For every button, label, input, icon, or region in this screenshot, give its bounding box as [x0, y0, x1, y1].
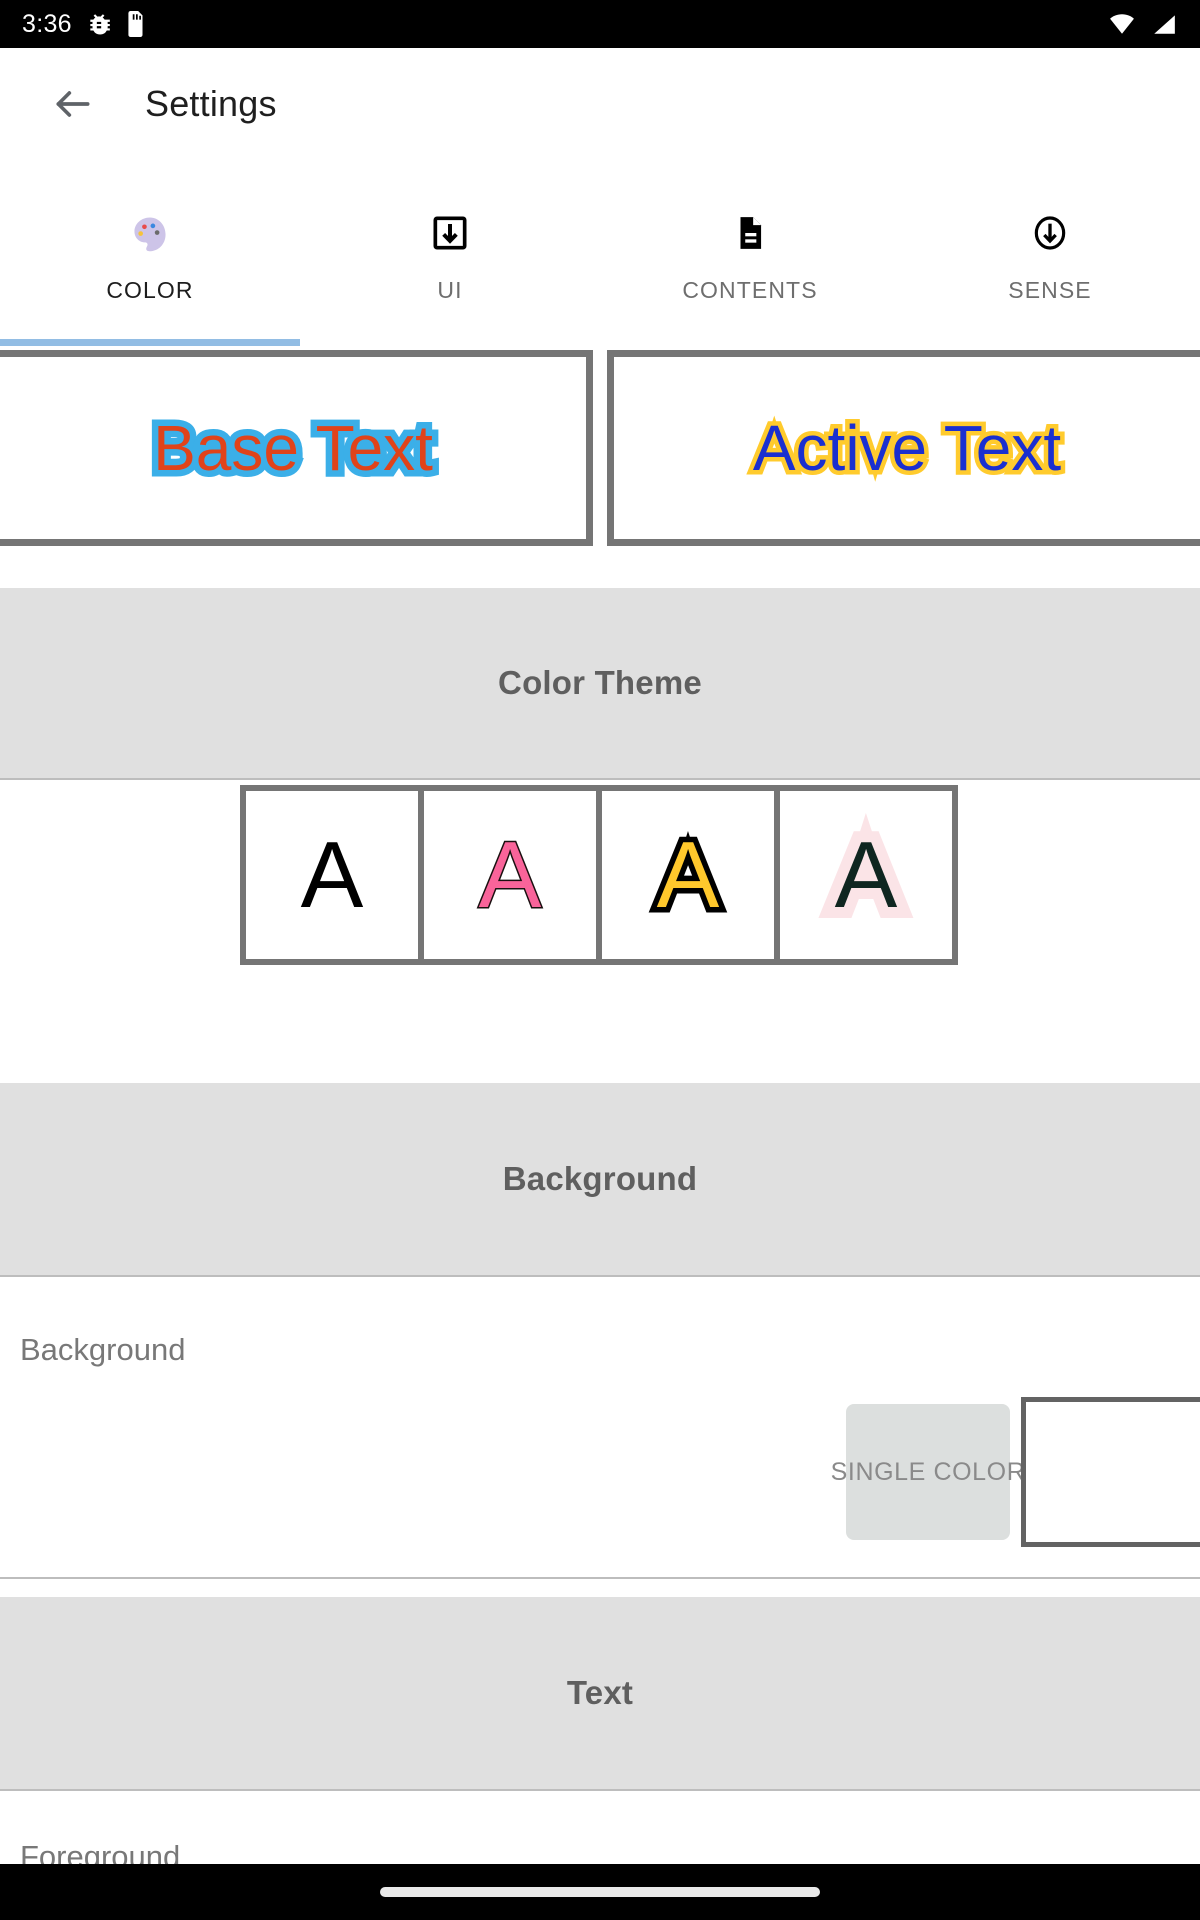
divider — [0, 778, 1200, 780]
tab-sense-label: SENSE — [1008, 276, 1092, 303]
background-preference-row[interactable]: Background SINGLE COLOR — [0, 1277, 1200, 1577]
base-text-preview[interactable]: Base Text — [0, 350, 593, 546]
background-mode-button[interactable]: SINGLE COLOR — [831, 1404, 1025, 1540]
background-row-title: Background — [20, 1332, 186, 1367]
bug-icon — [90, 14, 110, 35]
section-header-background-label: Background — [502, 1160, 698, 1197]
section-header-text: Text — [0, 1597, 1200, 1789]
active-text-preview-label: Active Text — [748, 408, 1065, 489]
status-bar-clock: 3:36 — [22, 9, 72, 38]
section-header-background: Background — [0, 1083, 1200, 1275]
sd-card-icon — [128, 11, 143, 37]
preview-row: Base Text Active Text — [0, 350, 1200, 546]
background-mode-button-label: SINGLE COLOR — [830, 1457, 1026, 1486]
swatch-letter: A — [300, 822, 364, 927]
base-text-preview-label: Base Text — [147, 406, 440, 491]
settings-screen: 3:36 Settings COLOR UI CONTENTS SENSE Ba… — [0, 0, 1200, 1920]
tab-active-indicator — [0, 339, 300, 346]
tab-contents[interactable]: CONTENTS — [600, 160, 900, 346]
divider — [0, 1577, 1200, 1579]
color-theme-swatch-4[interactable]: A — [780, 791, 952, 959]
tab-ui[interactable]: UI — [300, 160, 600, 346]
section-header-color-theme: Color Theme — [0, 588, 1200, 778]
section-header-color-theme-label: Color Theme — [498, 664, 702, 701]
back-button[interactable] — [43, 74, 103, 134]
cell-signal-icon — [1154, 15, 1175, 34]
wifi-icon — [1110, 14, 1134, 34]
swatch-letter: A — [477, 822, 543, 927]
color-theme-swatch-3[interactable]: A — [602, 791, 774, 959]
section-header-text-label: Text — [566, 1674, 634, 1711]
swatch-letter: A — [651, 822, 725, 927]
background-color-swatch[interactable] — [1021, 1397, 1200, 1547]
palette-icon — [130, 211, 170, 255]
tab-ui-label: UI — [437, 276, 463, 303]
active-text-preview[interactable]: Active Text — [607, 350, 1200, 546]
tab-bar: COLOR UI CONTENTS SENSE — [0, 160, 1200, 346]
swatch-letter: A — [824, 817, 909, 933]
tab-sense[interactable]: SENSE — [900, 160, 1200, 346]
tab-contents-label: CONTENTS — [682, 276, 818, 303]
back-arrow-icon — [56, 91, 90, 117]
download-box-icon — [430, 211, 470, 255]
tab-color[interactable]: COLOR — [0, 160, 300, 346]
document-icon — [731, 211, 769, 255]
status-bar-left-icons — [86, 11, 146, 37]
status-bar: 3:36 — [0, 0, 1200, 48]
circle-down-arrow-icon — [1030, 211, 1070, 255]
system-nav-bar — [0, 1864, 1200, 1920]
color-theme-swatch-1[interactable]: A — [246, 791, 418, 959]
color-theme-swatch-group: A A A A — [240, 785, 958, 965]
home-gesture-pill[interactable] — [380, 1887, 820, 1897]
app-bar: Settings — [0, 48, 1200, 160]
tab-color-label: COLOR — [106, 276, 194, 303]
page-title: Settings — [145, 83, 277, 124]
color-theme-swatch-2[interactable]: A — [424, 791, 596, 959]
status-bar-right-icons — [1107, 11, 1178, 37]
